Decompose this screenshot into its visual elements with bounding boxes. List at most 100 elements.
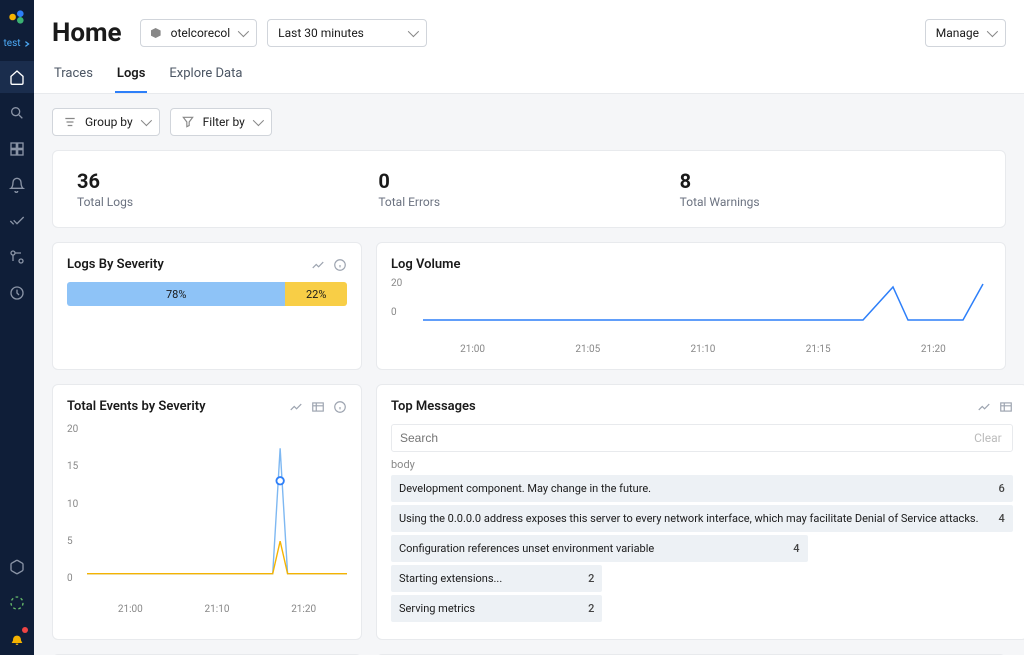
- project-name: otelcorecol: [171, 26, 231, 40]
- stat-label: Total Logs: [77, 195, 378, 209]
- severity-bar: 78% 22%: [67, 282, 347, 306]
- message-count: 2: [588, 602, 594, 615]
- tab-traces[interactable]: Traces: [52, 62, 95, 93]
- message-text: Configuration references unset environme…: [399, 542, 793, 555]
- chart-icon[interactable]: [977, 400, 991, 414]
- message-text: Starting extensions...: [399, 572, 522, 585]
- stat-total-logs: 36 Total Logs: [77, 169, 378, 209]
- table-icon[interactable]: [999, 400, 1013, 414]
- sidebar-item-query[interactable]: [0, 97, 34, 129]
- tab-explore-data[interactable]: Explore Data: [167, 62, 244, 93]
- tab-logs[interactable]: Logs: [115, 62, 147, 93]
- message-row[interactable]: Using the 0.0.0.0 address exposes this s…: [391, 505, 1013, 532]
- chart-icon[interactable]: [289, 400, 303, 414]
- stat-value: 8: [680, 169, 981, 193]
- filter-icon: [181, 115, 195, 129]
- chevron-down-icon: [238, 26, 249, 37]
- logo-icon: [6, 6, 28, 28]
- stat-label: Total Warnings: [680, 195, 981, 209]
- stat-value: 0: [378, 169, 679, 193]
- info-icon[interactable]: [333, 258, 347, 272]
- group-by-dropdown[interactable]: Group by: [52, 108, 160, 136]
- manage-button[interactable]: Manage: [925, 19, 1006, 47]
- card-log-volume: Log Volume 20 0 21:00 21:05: [376, 242, 1006, 370]
- info-icon[interactable]: [333, 400, 347, 414]
- card-title: Total Events by Severity: [67, 399, 206, 414]
- chart-icon[interactable]: [311, 258, 325, 272]
- column-header: body: [391, 458, 1013, 471]
- message-row[interactable]: Development component. May change in the…: [391, 475, 1013, 502]
- stat-label: Total Errors: [378, 195, 679, 209]
- message-text: Using the 0.0.0.0 address exposes this s…: [399, 512, 998, 525]
- chevron-down-icon: [987, 26, 998, 37]
- y-tick: 20: [67, 424, 78, 435]
- chevron-down-icon: [408, 26, 419, 37]
- filter-by-dropdown[interactable]: Filter by: [170, 108, 272, 136]
- stat-total-errors: 0 Total Errors: [378, 169, 679, 209]
- sidebar-item-usage[interactable]: [0, 587, 34, 619]
- message-count: 4: [793, 542, 799, 555]
- clear-button[interactable]: Clear: [964, 425, 1012, 451]
- x-tick: 21:05: [575, 344, 600, 355]
- sidebar-item-home[interactable]: [0, 61, 34, 93]
- x-tick: 21:15: [806, 344, 831, 355]
- card-logs-by-severity: Logs By Severity 78% 22%: [52, 242, 362, 370]
- severity-segment-info[interactable]: 78%: [67, 282, 285, 306]
- x-tick: 21:20: [291, 604, 316, 615]
- y-tick: 15: [67, 461, 78, 472]
- severity-segment-warning[interactable]: 22%: [285, 282, 347, 306]
- topbar: Home otelcorecol Last 30 minutes Manage …: [34, 0, 1024, 94]
- y-tick: 10: [67, 499, 78, 510]
- x-tick: 21:10: [205, 604, 230, 615]
- y-tick: 20: [391, 278, 402, 289]
- tabs: Traces Logs Explore Data: [52, 62, 1006, 93]
- card-title: Logs By Severity: [67, 257, 164, 272]
- chevron-down-icon: [140, 115, 151, 126]
- x-tick: 21:10: [691, 344, 716, 355]
- messages-search: Clear: [391, 424, 1013, 452]
- sidebar-item-history[interactable]: [0, 277, 34, 309]
- sidebar-item-notifications[interactable]: [0, 623, 34, 655]
- list-icon: [63, 115, 77, 129]
- y-tick: 0: [391, 307, 402, 318]
- y-tick: 0: [67, 573, 78, 584]
- x-tick: 21:00: [460, 344, 485, 355]
- message-count: 6: [998, 482, 1004, 495]
- card-top-messages: Top Messages Clear body Development comp…: [376, 384, 1024, 640]
- chevron-down-icon: [253, 115, 264, 126]
- hexagon-icon: [151, 28, 161, 38]
- project-selector[interactable]: otelcorecol: [140, 19, 258, 47]
- log-volume-chart: [391, 282, 991, 322]
- sidebar-item-datasets[interactable]: [0, 551, 34, 583]
- page-title: Home: [52, 18, 122, 48]
- table-icon[interactable]: [311, 400, 325, 414]
- manage-label: Manage: [936, 26, 979, 40]
- group-by-label: Group by: [85, 115, 133, 129]
- card-events-by-severity: Total Events by Severity 20 15 10 5: [52, 384, 362, 640]
- events-chart: [67, 424, 347, 584]
- x-tick: 21:00: [118, 604, 143, 615]
- search-input[interactable]: [392, 425, 964, 451]
- sidebar-item-alerts[interactable]: [0, 169, 34, 201]
- sidebar-item-boards[interactable]: [0, 133, 34, 165]
- y-tick: 5: [67, 536, 78, 547]
- message-row[interactable]: Starting extensions... 2: [391, 565, 602, 592]
- sidebar-item-slos[interactable]: [0, 205, 34, 237]
- content: Group by Filter by 36 Total Logs 0 Total: [34, 94, 1024, 655]
- message-row[interactable]: Serving metrics 2: [391, 595, 602, 622]
- sidebar: test: [0, 0, 34, 655]
- filter-by-label: Filter by: [203, 115, 245, 129]
- stat-total-warnings: 8 Total Warnings: [680, 169, 981, 209]
- notification-badge: [22, 627, 28, 633]
- time-range-label: Last 30 minutes: [278, 26, 364, 40]
- x-tick: 21:20: [921, 344, 946, 355]
- sidebar-item-pipelines[interactable]: [0, 241, 34, 273]
- message-count: 4: [998, 512, 1004, 525]
- time-range-selector[interactable]: Last 30 minutes: [267, 19, 427, 47]
- card-title: Log Volume: [391, 257, 460, 272]
- message-text: Development component. May change in the…: [399, 482, 998, 495]
- stat-value: 36: [77, 169, 378, 193]
- environment-label[interactable]: test: [0, 36, 35, 51]
- card-title: Top Messages: [391, 399, 476, 414]
- message-row[interactable]: Configuration references unset environme…: [391, 535, 808, 562]
